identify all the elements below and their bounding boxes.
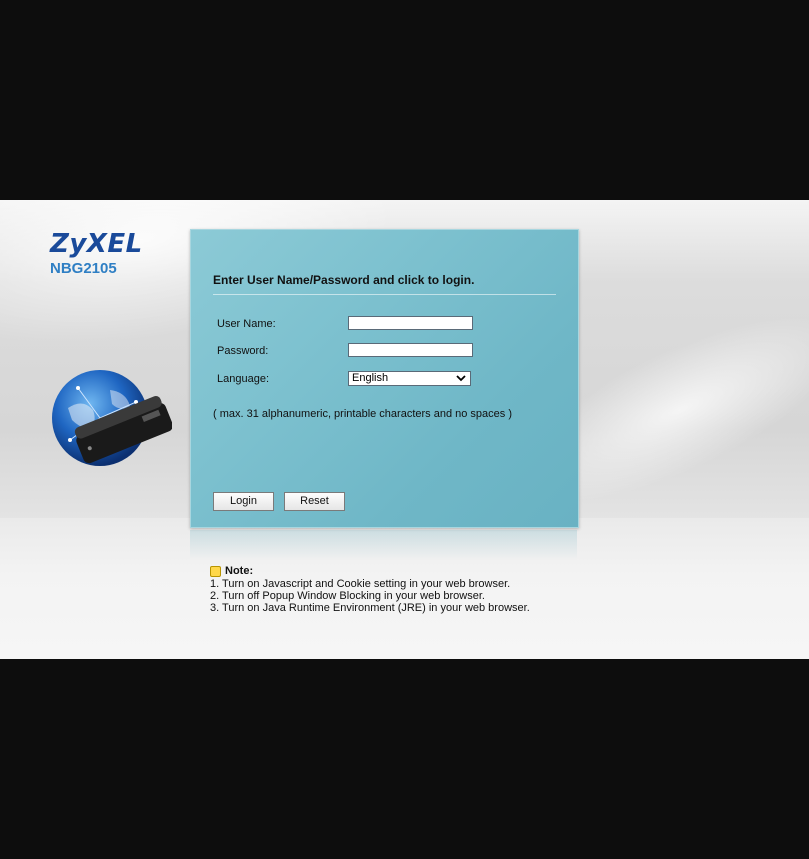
password-hint: ( max. 31 alphanumeric, printable charac… xyxy=(213,408,512,420)
note-item: 1. Turn on Javascript and Cookie setting… xyxy=(210,578,511,590)
note-item: 3. Turn on Java Runtime Environment (JRE… xyxy=(210,602,530,614)
password-label: Password: xyxy=(217,345,269,357)
zyxel-logo: ZyXEL xyxy=(50,229,143,259)
panel-reflection xyxy=(190,530,577,560)
globe-router-image xyxy=(52,370,172,466)
note-section: Note: 1. Turn on Javascript and Cookie s… xyxy=(210,564,530,614)
note-title: Note: xyxy=(225,565,254,577)
chevron-down-icon xyxy=(456,375,466,382)
note-icon xyxy=(210,565,221,577)
login-page: ZyXEL NBG2105 Enter User Name/Password a… xyxy=(0,200,809,659)
language-label: Language: xyxy=(217,373,269,385)
language-selected-value: English xyxy=(352,372,389,384)
divider xyxy=(213,294,556,295)
note-item: 2. Turn off Popup Window Blocking in you… xyxy=(210,590,485,602)
username-label: User Name: xyxy=(217,318,276,330)
login-title: Enter User Name/Password and click to lo… xyxy=(213,273,475,287)
reset-button[interactable]: Reset xyxy=(284,492,345,511)
username-input[interactable] xyxy=(348,316,473,330)
language-select[interactable]: English xyxy=(348,371,471,386)
login-panel: Enter User Name/Password and click to lo… xyxy=(190,229,579,528)
model-name: NBG2105 xyxy=(50,260,117,277)
note-header: Note: xyxy=(210,564,530,578)
login-button[interactable]: Login xyxy=(213,492,274,511)
password-input[interactable] xyxy=(348,343,473,357)
